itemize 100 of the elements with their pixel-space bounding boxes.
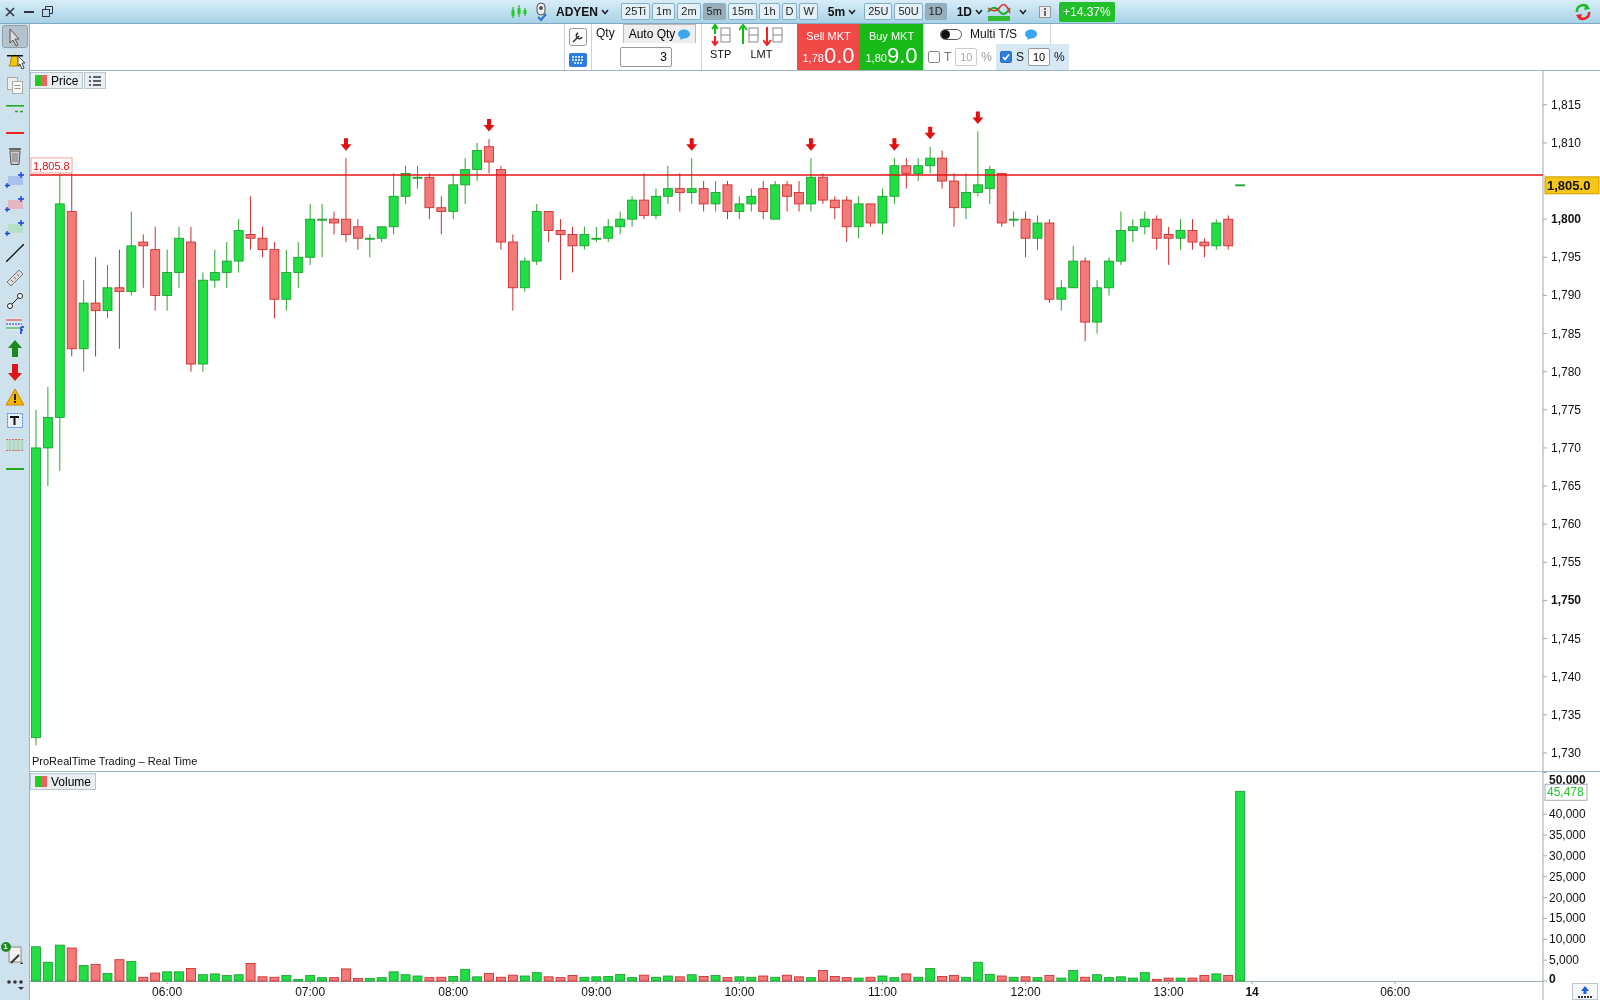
candlestick: [341, 157, 351, 243]
time-label: 08:00: [438, 985, 469, 999]
sell-arrow-icon: [340, 138, 352, 151]
keyboard-icon[interactable]: [569, 52, 587, 67]
volume-bar: [794, 976, 804, 982]
interval-button[interactable]: 25Ti: [621, 3, 650, 20]
interval-button[interactable]: 1h: [759, 3, 780, 20]
close-icon[interactable]: [4, 5, 16, 18]
checkbox-label: S: [1016, 49, 1025, 66]
count-badge: 1: [0, 942, 11, 952]
legend-button[interactable]: Price: [30, 72, 84, 89]
interval-button[interactable]: 5m: [702, 3, 726, 20]
time-label: 11:00: [867, 985, 898, 999]
axis-label: 1,770: [1551, 440, 1582, 455]
interval-button[interactable]: D: [781, 3, 798, 20]
volume-bar: [1104, 977, 1114, 982]
legend-swatch-icon: [35, 776, 47, 787]
list-icon: [89, 75, 102, 86]
unit-label: %: [1054, 49, 1065, 66]
list-button[interactable]: [84, 72, 107, 89]
pin-icon[interactable]: [534, 1, 548, 22]
levels-icon: [4, 315, 25, 334]
limit-label: LMT: [750, 47, 773, 62]
axis-label: 1,765: [1551, 479, 1582, 494]
chat-icon: [1025, 28, 1038, 40]
last-price-label: 1,805.0: [1544, 176, 1600, 195]
candlestick: [484, 138, 494, 174]
legend-button[interactable]: Volume: [30, 773, 97, 790]
line-icon: [5, 467, 24, 470]
volume-bar: [1211, 973, 1222, 982]
axis-label: 1,730: [1551, 745, 1582, 760]
interval-button[interactable]: 1m: [652, 3, 676, 20]
unit-label: %: [981, 49, 992, 66]
interval-button[interactable]: W: [799, 3, 818, 20]
chart-type-icon[interactable]: [987, 1, 1011, 22]
pattern-icon: [5, 438, 24, 451]
axis-label: 1,780: [1551, 364, 1582, 379]
arrow-up-icon: [6, 340, 23, 357]
rectangle-icon: [4, 172, 25, 189]
sell-arrow-icon: [888, 138, 900, 151]
multi-ts-label: Multi T/S: [970, 26, 1018, 43]
time-label: 09:00: [581, 985, 612, 999]
price-value: 0.0: [823, 44, 855, 67]
toggle-switch[interactable]: [940, 28, 962, 40]
axis-label: 1,800: [1551, 212, 1582, 227]
time-label: 06:00: [152, 985, 183, 999]
axis-label: 10,000: [1549, 932, 1586, 947]
volume-bar: [209, 973, 220, 982]
checkbox[interactable]: [1000, 51, 1012, 63]
refresh-icon[interactable]: [1574, 2, 1592, 21]
volume-bar: [31, 946, 41, 982]
volume-bar: [329, 977, 339, 982]
axis-label: 15,000: [1549, 911, 1586, 926]
stop-order-icon[interactable]: [710, 24, 731, 46]
sell-button[interactable]: Sell MKT 1,780.0: [797, 24, 860, 70]
line-icon: [5, 131, 24, 134]
qty-field[interactable]: 3: [620, 47, 672, 67]
connector-icon: [5, 291, 24, 310]
axis-label: 40,000: [1549, 807, 1586, 822]
more-icon[interactable]: [4, 978, 25, 992]
caret-icon: [848, 8, 857, 15]
change-badge: +14.37%: [1059, 1, 1115, 22]
price-prefix: 1,80: [865, 52, 887, 66]
axis-label: 1,815: [1551, 97, 1582, 112]
sell-arrow-icon: [924, 126, 936, 140]
expand-button[interactable]: [1572, 983, 1598, 1000]
source-label: ProRealTime Trading – Real Time: [32, 753, 198, 769]
legend-swatch-icon: [35, 75, 47, 86]
minimize-icon[interactable]: [24, 10, 34, 13]
price-line-label: 1,805.8: [30, 157, 73, 174]
time-label: 13:00: [1153, 985, 1184, 999]
volume-bar: [639, 974, 649, 982]
price-value: 9.0: [886, 44, 918, 67]
arrow-down-icon: [6, 364, 23, 381]
interval-button[interactable]: 15m: [727, 3, 758, 20]
last-volume-label: 45,478: [1544, 783, 1588, 801]
diagonal-line-icon: [5, 243, 24, 262]
rectangle-icon: [4, 196, 25, 213]
upload-icon: [1577, 984, 1593, 999]
order-label: Buy MKT: [868, 29, 915, 44]
limit-buy-icon[interactable]: [739, 24, 760, 46]
symbol-dropdown[interactable]: ADYEN: [552, 2, 613, 21]
stop-label: STP: [710, 47, 732, 62]
lines-icon: [5, 104, 24, 113]
limit-sell-icon[interactable]: [763, 24, 784, 46]
percent-field[interactable]: 10: [1028, 48, 1051, 66]
auto-qty-tab[interactable]: Auto Qty: [622, 24, 697, 43]
time-label: 07:00: [295, 985, 326, 999]
unit-button[interactable]: 25U: [864, 3, 893, 20]
unit-button[interactable]: 1D: [924, 3, 947, 20]
volume-bar: [174, 971, 184, 982]
interval-button[interactable]: 2m: [677, 3, 701, 20]
axis-label: 1,745: [1551, 631, 1582, 646]
wrench-icon[interactable]: [569, 27, 587, 46]
unit-button[interactable]: 50U: [894, 3, 923, 20]
interval-dropdown[interactable]: 5m: [823, 2, 861, 21]
axis-label: 1,810: [1551, 135, 1582, 150]
restore-icon[interactable]: [42, 6, 53, 17]
info-icon[interactable]: [1039, 5, 1051, 18]
period-dropdown[interactable]: 1D: [952, 2, 987, 21]
